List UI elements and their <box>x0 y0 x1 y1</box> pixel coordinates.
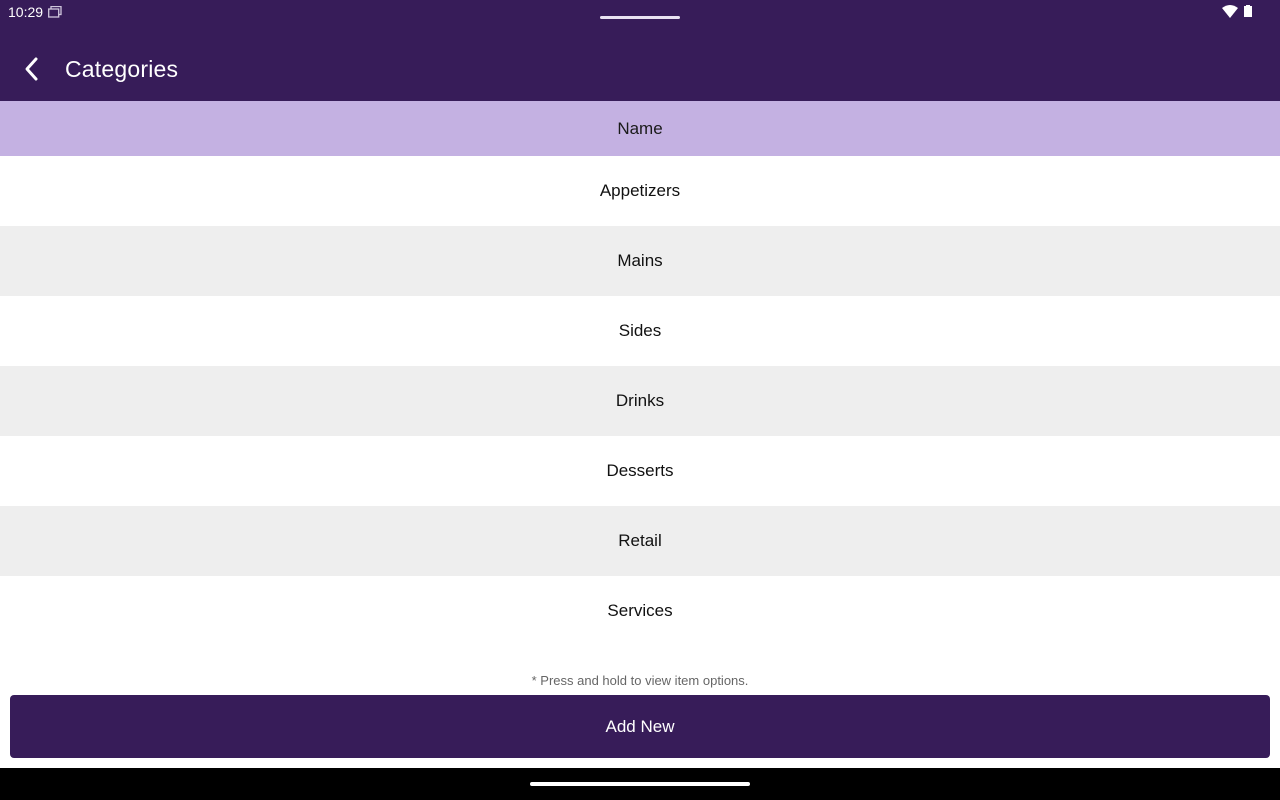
category-row-mains[interactable]: Mains <box>0 226 1280 296</box>
notification-icon <box>48 6 62 18</box>
category-row-services[interactable]: Services <box>0 576 1280 646</box>
category-row-desserts[interactable]: Desserts <box>0 436 1280 506</box>
add-new-button[interactable]: Add New <box>10 695 1270 758</box>
back-button[interactable] <box>14 51 50 87</box>
app-bar: Categories <box>0 32 1280 101</box>
category-list: Appetizers Mains Sides Drinks Desserts R… <box>0 156 1280 646</box>
battery-icon <box>1244 5 1252 17</box>
category-row-drinks[interactable]: Drinks <box>0 366 1280 436</box>
navigation-bar <box>0 768 1280 800</box>
gesture-pill <box>600 16 680 19</box>
home-handle[interactable] <box>530 782 750 786</box>
category-row-sides[interactable]: Sides <box>0 296 1280 366</box>
category-row-appetizers[interactable]: Appetizers <box>0 156 1280 226</box>
page-title: Categories <box>65 56 179 82</box>
category-row-retail[interactable]: Retail <box>0 506 1280 576</box>
status-bar: 10:29 <box>0 0 1280 32</box>
status-time: 10:29 <box>8 4 44 20</box>
chevron-left-icon <box>25 57 38 81</box>
wifi-icon <box>1222 5 1238 18</box>
table-header-name: Name <box>0 101 1280 156</box>
hint-text: * Press and hold to view item options. <box>531 673 749 688</box>
